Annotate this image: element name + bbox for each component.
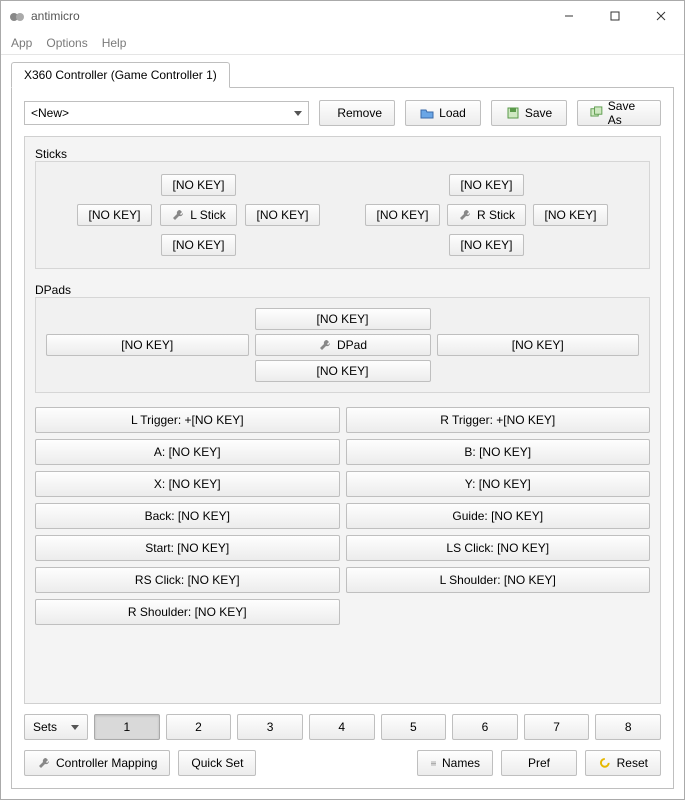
sets-label: Sets xyxy=(33,720,57,734)
saveas-button[interactable]: Save As xyxy=(577,100,661,126)
footer-bar: Controller Mapping Quick Set Names Pref … xyxy=(24,750,661,776)
menu-help[interactable]: Help xyxy=(102,36,127,50)
sticks-area: [NO KEY] [NO KEY] L Stick [NO KEY] [NO K… xyxy=(35,161,650,269)
mapping-area: Sticks [NO KEY] [NO KEY] L Stick xyxy=(24,136,661,704)
sticks-group: Sticks [NO KEY] [NO KEY] L Stick xyxy=(35,147,650,269)
titlebar: antimicro xyxy=(1,1,684,31)
rstick-right-button[interactable]: [NO KEY] xyxy=(533,204,607,226)
set-3-button[interactable]: 3 xyxy=(237,714,303,740)
a-button[interactable]: A: [NO KEY] xyxy=(35,439,340,465)
set-8-button[interactable]: 8 xyxy=(595,714,661,740)
back-button[interactable]: Back: [NO KEY] xyxy=(35,503,340,529)
lstick-down-button[interactable]: [NO KEY] xyxy=(161,234,235,256)
rstick-left-button[interactable]: [NO KEY] xyxy=(365,204,439,226)
names-button[interactable]: Names xyxy=(417,750,493,776)
list-icon xyxy=(430,756,437,770)
save-button[interactable]: Save xyxy=(491,100,567,126)
menu-app[interactable]: App xyxy=(11,36,32,50)
tab-label: X360 Controller (Game Controller 1) xyxy=(24,68,217,82)
saveas-icon xyxy=(590,106,603,120)
dpad-up-button[interactable]: [NO KEY] xyxy=(255,308,431,330)
wrench-icon xyxy=(37,756,51,770)
saveas-label: Save As xyxy=(608,99,648,127)
quickset-button[interactable]: Quick Set xyxy=(178,750,256,776)
window-controls xyxy=(546,1,684,31)
tab-row: X360 Controller (Game Controller 1) xyxy=(11,61,674,87)
chevron-down-icon xyxy=(294,111,302,116)
remove-button[interactable]: Remove xyxy=(319,100,395,126)
set-1-button[interactable]: 1 xyxy=(94,714,160,740)
set-2-button[interactable]: 2 xyxy=(166,714,232,740)
dpad-left-button[interactable]: [NO KEY] xyxy=(46,334,249,356)
lsclick-button[interactable]: LS Click: [NO KEY] xyxy=(346,535,651,561)
b-button[interactable]: B: [NO KEY] xyxy=(346,439,651,465)
wrench-icon xyxy=(171,208,185,222)
right-stick-block: [NO KEY] [NO KEY] R Stick [NO KEY] [NO K… xyxy=(363,172,611,258)
lstick-left-button[interactable]: [NO KEY] xyxy=(77,204,151,226)
minimize-button[interactable] xyxy=(546,1,592,31)
controller-mapping-button[interactable]: Controller Mapping xyxy=(24,750,170,776)
lstick-right-button[interactable]: [NO KEY] xyxy=(245,204,319,226)
reset-button[interactable]: Reset xyxy=(585,750,661,776)
menubar: App Options Help xyxy=(1,31,684,55)
content: X360 Controller (Game Controller 1) <New… xyxy=(1,55,684,799)
y-button[interactable]: Y: [NO KEY] xyxy=(346,471,651,497)
folder-open-icon xyxy=(420,106,434,120)
set-7-button[interactable]: 7 xyxy=(524,714,590,740)
load-label: Load xyxy=(439,106,466,120)
buttons-grid: L Trigger: +[NO KEY] R Trigger: +[NO KEY… xyxy=(35,407,650,625)
profile-select[interactable]: <New> xyxy=(24,101,309,125)
maximize-button[interactable] xyxy=(592,1,638,31)
pref-button[interactable]: Pref xyxy=(501,750,577,776)
profile-selected: <New> xyxy=(31,106,69,120)
wrench-icon xyxy=(458,208,472,222)
dpad-center-button[interactable]: DPad xyxy=(255,334,431,356)
rstick-center-button[interactable]: R Stick xyxy=(447,204,526,226)
dpads-area: [NO KEY] [NO KEY] DPad [NO KEY] [NO KEY] xyxy=(35,297,650,393)
lstick-up-button[interactable]: [NO KEY] xyxy=(161,174,235,196)
guide-button[interactable]: Guide: [NO KEY] xyxy=(346,503,651,529)
dpads-label: DPads xyxy=(35,283,650,297)
set-5-button[interactable]: 5 xyxy=(381,714,447,740)
sets-bar: Sets 1 2 3 4 5 6 7 8 xyxy=(24,714,661,740)
dpads-group: DPads [NO KEY] [NO KEY] DPad [NO KEY] [N… xyxy=(35,283,650,393)
rstick-down-button[interactable]: [NO KEY] xyxy=(449,234,523,256)
wrench-icon xyxy=(318,338,332,352)
profile-toolbar: <New> Remove Load Save Save As xyxy=(24,100,661,126)
left-stick-block: [NO KEY] [NO KEY] L Stick [NO KEY] [NO K… xyxy=(75,172,323,258)
chevron-down-icon xyxy=(71,725,79,730)
x-button[interactable]: X: [NO KEY] xyxy=(35,471,340,497)
load-button[interactable]: Load xyxy=(405,100,481,126)
menu-options[interactable]: Options xyxy=(46,36,87,50)
rstick-up-button[interactable]: [NO KEY] xyxy=(449,174,523,196)
window-title: antimicro xyxy=(31,9,546,23)
lshoulder-button[interactable]: L Shoulder: [NO KEY] xyxy=(346,567,651,593)
sticks-label: Sticks xyxy=(35,147,650,161)
tab-panel: <New> Remove Load Save Save As xyxy=(11,87,674,789)
save-icon xyxy=(506,106,520,120)
ltrigger-button[interactable]: L Trigger: +[NO KEY] xyxy=(35,407,340,433)
dpad-down-button[interactable]: [NO KEY] xyxy=(255,360,431,382)
app-window: antimicro App Options Help X360 Controll… xyxy=(0,0,685,800)
rshoulder-button[interactable]: R Shoulder: [NO KEY] xyxy=(35,599,340,625)
dpad-right-button[interactable]: [NO KEY] xyxy=(437,334,640,356)
set-6-button[interactable]: 6 xyxy=(452,714,518,740)
save-label: Save xyxy=(525,106,552,120)
lstick-center-button[interactable]: L Stick xyxy=(160,204,237,226)
reset-icon xyxy=(598,756,612,770)
remove-label: Remove xyxy=(337,106,382,120)
set-4-button[interactable]: 4 xyxy=(309,714,375,740)
rsclick-button[interactable]: RS Click: [NO KEY] xyxy=(35,567,340,593)
sets-menu-button[interactable]: Sets xyxy=(24,714,88,740)
start-button[interactable]: Start: [NO KEY] xyxy=(35,535,340,561)
app-icon xyxy=(9,8,25,24)
close-button[interactable] xyxy=(638,1,684,31)
rtrigger-button[interactable]: R Trigger: +[NO KEY] xyxy=(346,407,651,433)
tab-controller-1[interactable]: X360 Controller (Game Controller 1) xyxy=(11,62,230,88)
